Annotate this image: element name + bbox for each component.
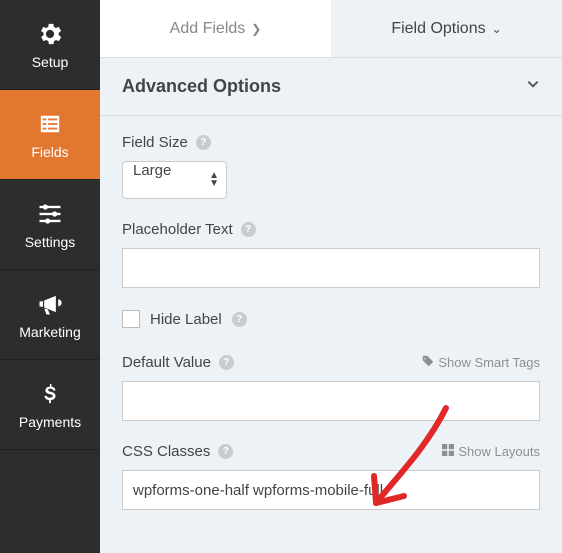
sidebar-item-label: Settings — [25, 234, 76, 250]
bullhorn-icon — [36, 290, 64, 318]
field-size-label: Field Size — [122, 134, 188, 151]
chevron-down-icon — [526, 77, 540, 96]
chevron-right-icon: ❯ — [251, 22, 261, 36]
advanced-options-panel: Field Size ? Large ▲▼ Placeholder Text ? — [100, 116, 562, 540]
tab-label: Field Options — [391, 20, 485, 38]
section-title: Advanced Options — [122, 76, 281, 97]
sidebar-item-fields[interactable]: Fields — [0, 90, 100, 180]
help-icon[interactable]: ? — [241, 222, 256, 237]
field-size-value: Large — [122, 161, 227, 199]
smart-tags-label: Show Smart Tags — [438, 355, 540, 370]
sidebar-item-marketing[interactable]: Marketing — [0, 270, 100, 360]
list-icon — [36, 110, 64, 138]
hide-label-group: Hide Label ? — [122, 310, 540, 328]
help-icon[interactable]: ? — [232, 312, 247, 327]
placeholder-group: Placeholder Text ? — [122, 221, 540, 288]
field-size-group: Field Size ? Large ▲▼ — [122, 134, 540, 199]
show-layouts-label: Show Layouts — [458, 444, 540, 459]
css-classes-label: CSS Classes — [122, 443, 210, 460]
sidebar-item-label: Marketing — [19, 324, 80, 340]
sidebar-item-label: Payments — [19, 414, 81, 430]
field-size-select[interactable]: Large ▲▼ — [122, 161, 227, 199]
sliders-icon — [36, 200, 64, 228]
show-layouts-link[interactable]: Show Layouts — [442, 444, 540, 459]
gear-icon — [36, 20, 64, 48]
sidebar-item-setup[interactable]: Setup — [0, 0, 100, 90]
css-classes-input[interactable] — [122, 470, 540, 510]
app: Setup Fields Settings Marketing Payments — [0, 0, 562, 553]
css-classes-group: CSS Classes ? Show Layouts — [122, 443, 540, 510]
sidebar-item-settings[interactable]: Settings — [0, 180, 100, 270]
tag-icon — [422, 355, 434, 370]
main-panel: Add Fields ❯ Field Options ⌄ Advanced Op… — [100, 0, 562, 553]
help-icon[interactable]: ? — [218, 444, 233, 459]
sidebar: Setup Fields Settings Marketing Payments — [0, 0, 100, 553]
tabs: Add Fields ❯ Field Options ⌄ — [100, 0, 562, 58]
hide-label-checkbox[interactable] — [122, 310, 140, 328]
placeholder-label: Placeholder Text — [122, 221, 233, 238]
sidebar-item-label: Setup — [32, 54, 69, 70]
section-header-advanced[interactable]: Advanced Options — [100, 58, 562, 116]
sidebar-item-label: Fields — [31, 144, 68, 160]
default-value-group: Default Value ? Show Smart Tags — [122, 354, 540, 421]
tab-field-options[interactable]: Field Options ⌄ — [331, 0, 562, 57]
grid-icon — [442, 444, 454, 459]
tab-label: Add Fields — [170, 20, 246, 38]
dollar-icon — [36, 380, 64, 408]
hide-label-text: Hide Label — [150, 311, 222, 328]
tab-add-fields[interactable]: Add Fields ❯ — [100, 0, 331, 57]
chevron-down-icon: ⌄ — [492, 22, 502, 36]
help-icon[interactable]: ? — [196, 135, 211, 150]
sidebar-item-payments[interactable]: Payments — [0, 360, 100, 450]
help-icon[interactable]: ? — [219, 355, 234, 370]
show-smart-tags-link[interactable]: Show Smart Tags — [422, 355, 540, 370]
default-value-input[interactable] — [122, 381, 540, 421]
default-value-label: Default Value — [122, 354, 211, 371]
placeholder-input[interactable] — [122, 248, 540, 288]
